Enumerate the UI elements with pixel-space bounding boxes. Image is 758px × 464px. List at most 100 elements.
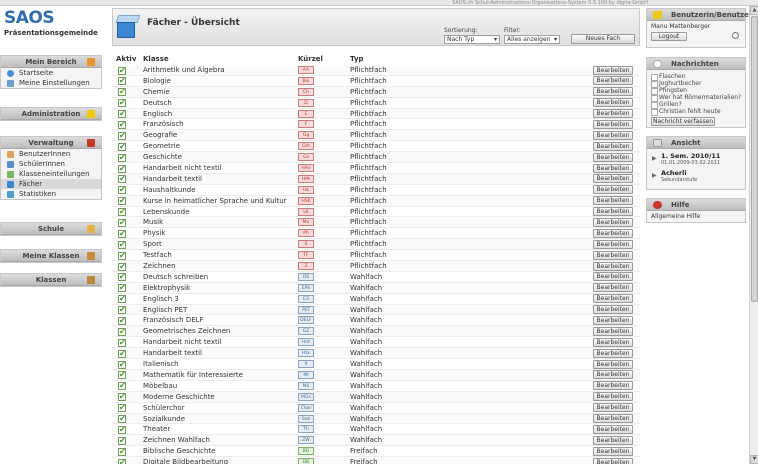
active-checkbox[interactable] <box>118 425 126 434</box>
edit-button[interactable]: Bearbeiten <box>593 163 633 173</box>
active-checkbox[interactable] <box>118 272 126 282</box>
news-item[interactable]: Pfingsten <box>647 87 745 95</box>
active-checkbox[interactable] <box>118 218 126 227</box>
active-checkbox[interactable] <box>118 185 126 195</box>
edit-button[interactable]: Bearbeiten <box>593 315 633 325</box>
edit-button[interactable]: Bearbeiten <box>593 239 633 249</box>
school-entry[interactable]: ▶ Acherli Sekundarstufe <box>647 169 745 185</box>
logout-button[interactable]: Logout <box>651 32 687 41</box>
active-checkbox[interactable] <box>118 109 126 119</box>
edit-button[interactable]: Bearbeiten <box>593 119 633 129</box>
active-checkbox[interactable] <box>118 447 126 456</box>
compose-message-button[interactable]: Nachricht verfassen <box>651 117 715 126</box>
news-item[interactable]: Christian fehlt heute <box>647 108 745 116</box>
sort-select[interactable]: Nach Typ <box>444 35 500 44</box>
edit-button[interactable]: Bearbeiten <box>593 196 633 206</box>
edit-button[interactable]: Bearbeiten <box>593 228 633 238</box>
edit-button[interactable]: Bearbeiten <box>593 414 633 423</box>
active-checkbox[interactable] <box>118 370 126 380</box>
active-checkbox[interactable] <box>118 120 126 129</box>
new-subject-button[interactable]: Neues Fach <box>571 34 635 44</box>
active-checkbox[interactable] <box>118 316 126 325</box>
active-checkbox[interactable] <box>118 98 126 108</box>
active-checkbox[interactable] <box>118 294 126 304</box>
active-checkbox[interactable] <box>118 142 126 151</box>
edit-button[interactable]: Bearbeiten <box>593 98 633 108</box>
key-icon[interactable] <box>732 32 739 39</box>
active-checkbox[interactable] <box>118 174 126 184</box>
edit-button[interactable]: Bearbeiten <box>593 294 633 304</box>
scroll-up-arrow[interactable]: ▲ <box>750 6 758 15</box>
active-checkbox[interactable] <box>118 131 126 140</box>
active-checkbox[interactable] <box>118 251 126 260</box>
active-checkbox[interactable] <box>118 196 126 206</box>
schule-header[interactable]: Schule <box>1 223 101 235</box>
sidebar-item-statistiken[interactable]: Statistiken <box>1 189 101 199</box>
edit-button[interactable]: Bearbeiten <box>593 348 633 358</box>
meine-klassen-header[interactable]: Meine Klassen <box>1 250 101 262</box>
sidebar-item-benutzerinnen[interactable]: BenutzerInnen <box>1 149 101 159</box>
edit-button[interactable]: Bearbeiten <box>593 283 633 293</box>
active-checkbox[interactable] <box>118 338 126 347</box>
news-item[interactable]: Flaschen <box>647 73 745 81</box>
active-checkbox[interactable] <box>118 164 126 173</box>
sidebar-item-klasseneinteilungen[interactable]: Klasseneinteilungen <box>1 169 101 179</box>
edit-button[interactable]: Bearbeiten <box>593 152 633 162</box>
active-checkbox[interactable] <box>118 66 126 75</box>
help-link[interactable]: Allgemeine Hilfe <box>647 213 745 221</box>
sidebar-item-startseite[interactable]: Startseite <box>1 68 101 78</box>
active-checkbox[interactable] <box>118 360 126 369</box>
active-checkbox[interactable] <box>118 381 126 391</box>
edit-button[interactable]: Bearbeiten <box>593 87 633 97</box>
verwaltung-header[interactable]: Verwaltung <box>1 137 101 149</box>
mein-bereich-header[interactable]: Mein Bereich <box>1 56 101 68</box>
edit-button[interactable]: Bearbeiten <box>593 337 633 347</box>
edit-button[interactable]: Bearbeiten <box>593 76 633 86</box>
sidebar-item-faecher[interactable]: Fächer <box>1 179 101 189</box>
edit-button[interactable]: Bearbeiten <box>593 359 633 369</box>
filter-select[interactable]: Alles anzeigen <box>504 35 560 44</box>
active-checkbox[interactable] <box>118 305 126 315</box>
active-checkbox[interactable] <box>118 436 126 445</box>
active-checkbox[interactable] <box>118 87 126 97</box>
edit-button[interactable]: Bearbeiten <box>593 130 633 140</box>
active-checkbox[interactable] <box>118 458 126 464</box>
edit-button[interactable]: Bearbeiten <box>593 65 633 75</box>
scroll-thumb[interactable] <box>751 16 758 302</box>
edit-button[interactable]: Bearbeiten <box>593 250 633 260</box>
edit-button[interactable]: Bearbeiten <box>593 392 633 402</box>
sidebar-item-schuelerinnen[interactable]: SchülerInnen <box>1 159 101 169</box>
edit-button[interactable]: Bearbeiten <box>593 141 633 151</box>
news-item[interactable]: Joghurtbecher <box>647 80 745 88</box>
scroll-down-arrow[interactable]: ▼ <box>750 455 758 464</box>
edit-button[interactable]: Bearbeiten <box>593 370 633 380</box>
edit-button[interactable]: Bearbeiten <box>593 457 633 464</box>
active-checkbox[interactable] <box>118 240 126 249</box>
news-item[interactable]: Grillen? <box>647 101 745 109</box>
edit-button[interactable]: Bearbeiten <box>593 381 633 391</box>
edit-button[interactable]: Bearbeiten <box>593 217 633 227</box>
active-checkbox[interactable] <box>118 414 126 423</box>
edit-button[interactable]: Bearbeiten <box>593 326 633 336</box>
news-item[interactable]: Wer hat Römermaterialien? <box>647 94 745 102</box>
active-checkbox[interactable] <box>118 392 126 402</box>
logo[interactable]: SAOS Präsentationsgemeinde <box>4 8 104 46</box>
sidebar-item-einstellungen[interactable]: Meine Einstellungen <box>1 78 101 88</box>
active-checkbox[interactable] <box>118 262 126 271</box>
edit-button[interactable]: Bearbeiten <box>593 305 633 315</box>
edit-button[interactable]: Bearbeiten <box>593 109 633 119</box>
active-checkbox[interactable] <box>118 207 126 217</box>
edit-button[interactable]: Bearbeiten <box>593 446 633 456</box>
klassen-header[interactable]: Klassen <box>1 274 101 286</box>
active-checkbox[interactable] <box>118 153 126 162</box>
administration-header[interactable]: Administration <box>1 108 101 120</box>
active-checkbox[interactable] <box>118 349 126 358</box>
active-checkbox[interactable] <box>118 327 126 336</box>
active-checkbox[interactable] <box>118 403 126 413</box>
edit-button[interactable]: Bearbeiten <box>593 435 633 445</box>
edit-button[interactable]: Bearbeiten <box>593 272 633 282</box>
edit-button[interactable]: Bearbeiten <box>593 185 633 195</box>
edit-button[interactable]: Bearbeiten <box>593 174 633 184</box>
semester-entry[interactable]: ▶ 1. Sem. 2010/11 01.01.2009-03.02.2011 <box>647 152 745 168</box>
edit-button[interactable]: Bearbeiten <box>593 403 633 413</box>
